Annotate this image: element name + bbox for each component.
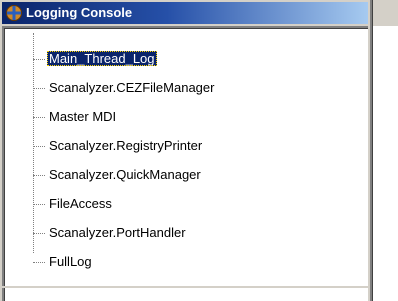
- tree-branch: [33, 88, 45, 89]
- log-output-pane[interactable]: [373, 26, 398, 301]
- tree-item-label: Master MDI: [49, 109, 117, 124]
- panel-bottom-edge: [2, 286, 368, 288]
- logging-console-window: Logging Console Main_Thread_Log Scanalyz…: [0, 0, 398, 301]
- tree-item-label: Scanalyzer.PortHandler: [49, 225, 186, 240]
- tree-connector-line: [33, 33, 34, 253]
- window-title: Logging Console: [26, 5, 133, 20]
- tree-branch: [33, 175, 45, 176]
- tree-item-label: Scanalyzer.RegistryPrinter: [49, 138, 203, 153]
- tree-branch: [33, 59, 45, 60]
- tree-branch: [33, 117, 45, 118]
- tree-branch: [33, 146, 45, 147]
- tree-item-label: FullLog: [49, 254, 92, 269]
- tree-item-label: FileAccess: [49, 196, 112, 211]
- globe-icon: [6, 5, 22, 21]
- tree-branch: [33, 262, 45, 263]
- tree-item-label: Main_Thread_Log: [47, 51, 157, 66]
- tree-branch: [33, 204, 45, 205]
- title-bar[interactable]: Logging Console: [2, 2, 368, 24]
- tree-item-label: Scanalyzer.CEZFileManager: [49, 80, 215, 95]
- tree-item-label: Scanalyzer.QuickManager: [49, 167, 201, 182]
- tree-branch: [33, 233, 45, 234]
